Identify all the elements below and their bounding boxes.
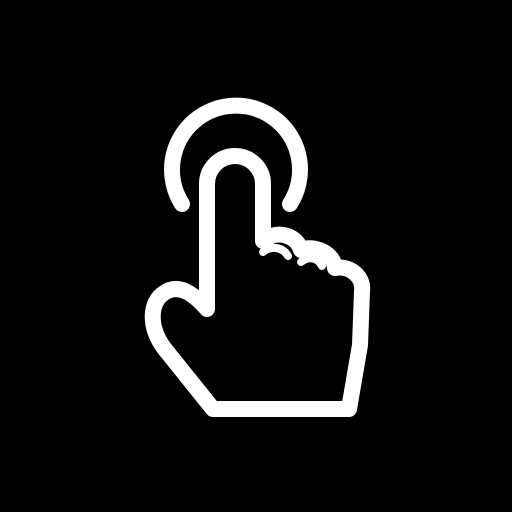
tap-gesture-canvas [0,0,512,512]
tap-gesture-icon [144,97,371,417]
knuckle-line-1 [259,243,292,260]
knuckle-line-2 [297,254,326,270]
